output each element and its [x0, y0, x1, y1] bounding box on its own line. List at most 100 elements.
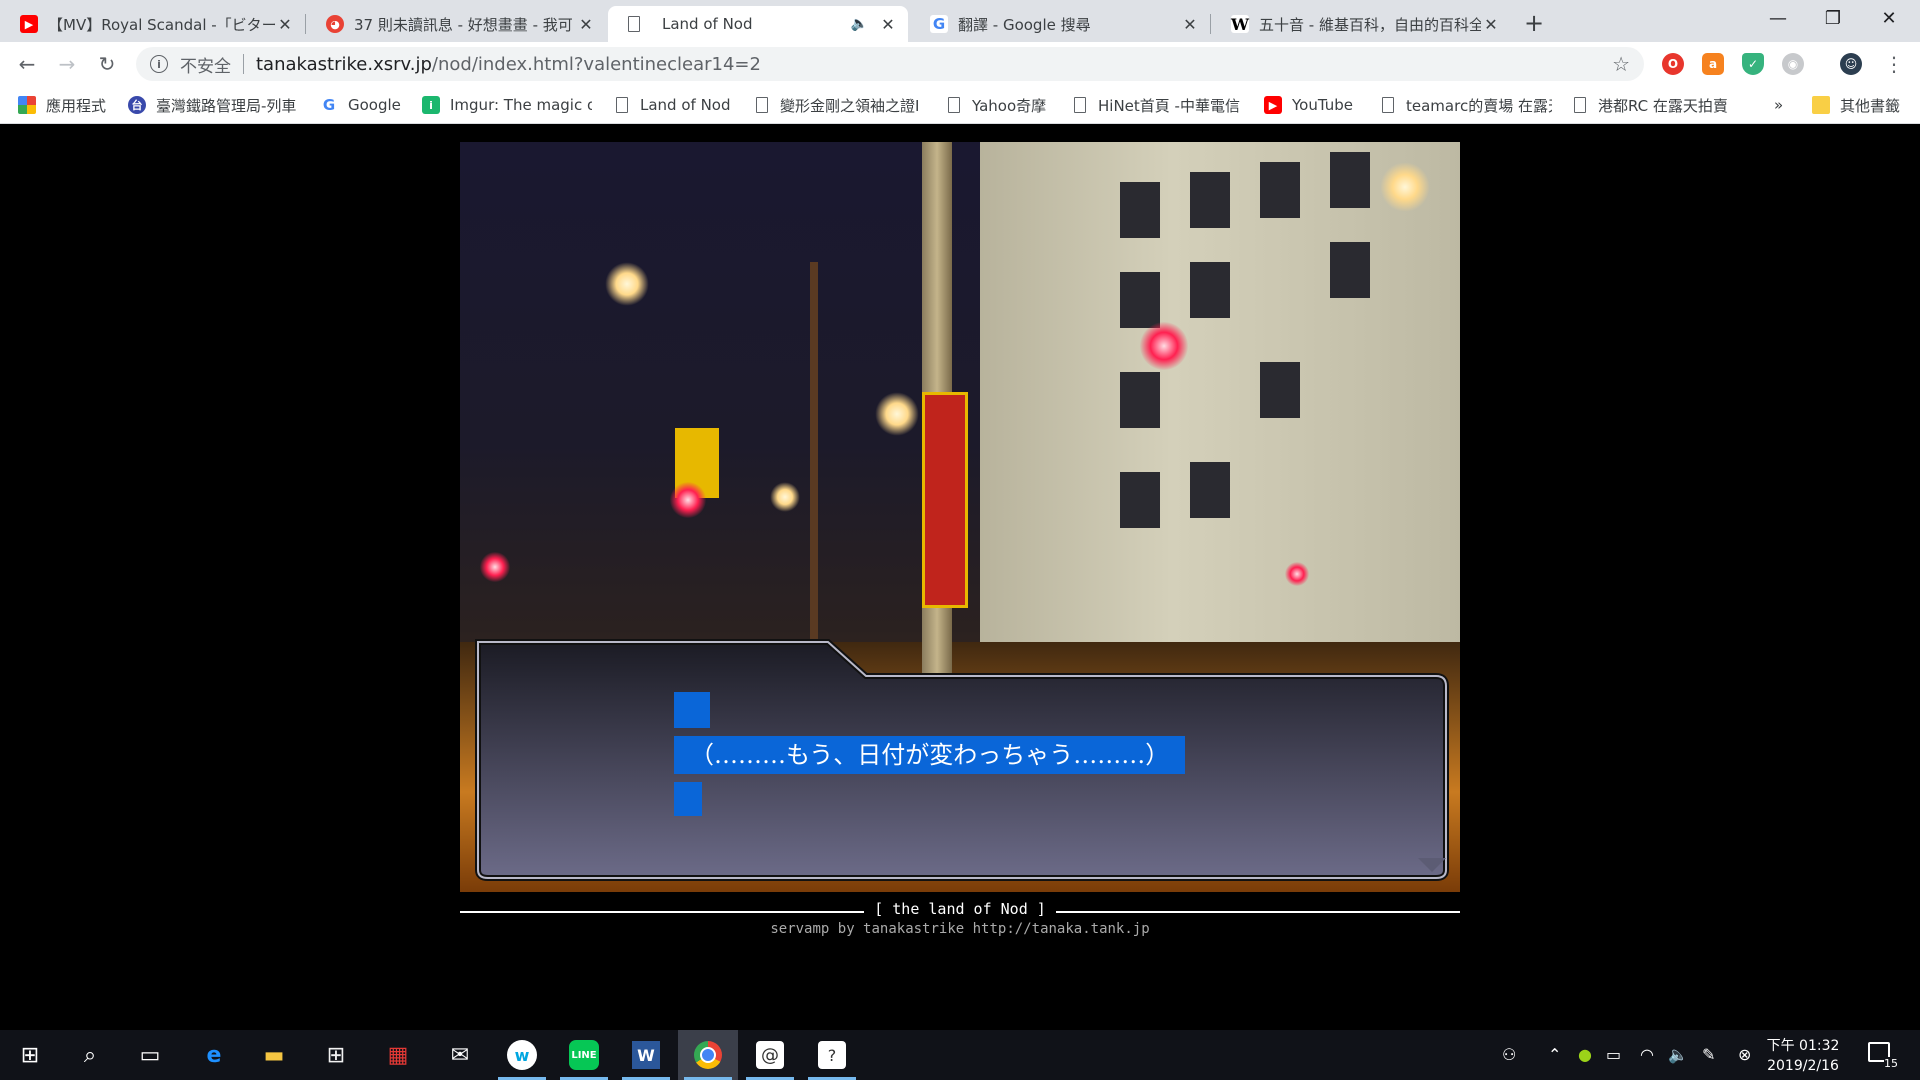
- battery-icon[interactable]: ▭: [1606, 1045, 1621, 1064]
- google-icon: G: [930, 15, 948, 33]
- new-tab-button[interactable]: +: [1520, 9, 1548, 37]
- store-icon[interactable]: ⊞: [306, 1030, 366, 1080]
- bookmark-rc[interactable]: 港都RC 在露天拍賣: [1574, 94, 1728, 116]
- menu-kebab-icon[interactable]: ⋮: [1880, 50, 1908, 78]
- game-screen[interactable]: （………もう、日付が変わっちゃう………）: [460, 142, 1460, 892]
- gift-icon[interactable]: ▦: [368, 1030, 428, 1080]
- browser-toolbar: ← → ↻ i 不安全 tanakastrike.xsrv.jp/nod/ind…: [0, 42, 1920, 86]
- speaker-icon[interactable]: 🔈: [851, 16, 868, 32]
- imgur-icon: i: [422, 96, 440, 114]
- minimize-button[interactable]: —: [1755, 4, 1801, 34]
- bookmark-label: Imgur: The magic of: [450, 96, 592, 114]
- footer-title: [ the land of Nod ]: [460, 900, 1460, 918]
- bookmark-apps[interactable]: 應用程式: [18, 94, 106, 116]
- word-icon[interactable]: W: [616, 1030, 676, 1080]
- discord-extension-icon[interactable]: ◉: [1782, 53, 1804, 75]
- tree-trunk: [810, 262, 818, 682]
- page-icon: [1074, 97, 1086, 113]
- notification-icon[interactable]: 15: [1868, 1042, 1898, 1070]
- mail-icon[interactable]: ✉: [430, 1030, 490, 1080]
- close-icon[interactable]: ✕: [275, 15, 295, 34]
- bookmark-transformers[interactable]: 變形金剛之領袖之證I: [756, 94, 926, 116]
- next-arrow-icon[interactable]: [1418, 858, 1446, 872]
- bookmarks-bar: 應用程式 台 臺灣鐵路管理局-列車 G Google i Imgur: The …: [0, 86, 1920, 124]
- page-icon: [628, 16, 640, 32]
- railway-icon: 台: [128, 96, 146, 114]
- shield-extension-icon[interactable]: ✓: [1742, 53, 1764, 75]
- edge-icon[interactable]: e: [184, 1030, 244, 1080]
- search-icon[interactable]: ⌕: [60, 1030, 120, 1080]
- bookmark-label: 臺灣鐵路管理局-列車: [156, 96, 297, 115]
- clock-date: 2019/2/16: [1767, 1058, 1839, 1074]
- tab-royal-scandal[interactable]: ▶ 【MV】Royal Scandal -「ビター ✕: [0, 6, 305, 42]
- youtube-icon: ▶: [20, 15, 38, 33]
- address-bar[interactable]: i 不安全 tanakastrike.xsrv.jp/nod/index.htm…: [136, 47, 1644, 81]
- page-content: （………もう、日付が変わっちゃう………） [ the land of Nod ]…: [0, 124, 1920, 1030]
- bookmark-google[interactable]: G Google: [320, 94, 401, 116]
- security-label: 不安全: [180, 56, 231, 77]
- other-bookmarks[interactable]: 其他書籤: [1812, 94, 1900, 116]
- windows-taskbar: ⊞ ⌕ ▭ e ▬ ⊞ ▦ ✉ w LINE W @ ? ⚇ ⌃ ● ▭ ◠ 🔈…: [0, 1030, 1920, 1080]
- notification-count: 15: [1884, 1057, 1898, 1070]
- tab-google-translate[interactable]: G 翻譯 - Google 搜尋 ✕: [910, 6, 1210, 42]
- line-icon[interactable]: LINE: [554, 1030, 614, 1080]
- bookmark-label: Google: [348, 96, 401, 114]
- chevron-up-icon[interactable]: ⌃: [1548, 1045, 1561, 1064]
- bookmark-label: 變形金剛之領袖之證I: [780, 96, 920, 115]
- webtoon-icon[interactable]: w: [492, 1030, 552, 1080]
- tab-land-of-nod[interactable]: Land of Nod 🔈 ✕: [608, 6, 908, 42]
- people-icon[interactable]: ⚇: [1502, 1045, 1516, 1064]
- close-icon[interactable]: ✕: [1180, 15, 1200, 34]
- volume-icon[interactable]: 🔈: [1668, 1045, 1688, 1064]
- back-button[interactable]: ←: [13, 50, 41, 78]
- forward-button[interactable]: →: [53, 50, 81, 78]
- reload-button[interactable]: ↻: [93, 50, 121, 78]
- apps-icon: [18, 96, 36, 114]
- bookmark-yahoo[interactable]: Yahoo奇摩: [948, 94, 1046, 116]
- bookmark-imgur[interactable]: i Imgur: The magic of: [422, 94, 592, 116]
- shopping-extension-icon[interactable]: a: [1702, 53, 1724, 75]
- task-view-icon[interactable]: ▭: [120, 1030, 180, 1080]
- footer-credit: servamp by tanakastrike http://tanaka.ta…: [770, 921, 1150, 937]
- info-icon[interactable]: i: [150, 55, 168, 73]
- bookmark-railway[interactable]: 台 臺灣鐵路管理局-列車: [128, 94, 298, 116]
- app-speech-icon[interactable]: ?: [802, 1030, 862, 1080]
- bookmark-label: YouTube: [1292, 96, 1353, 114]
- maximize-button[interactable]: ❐: [1810, 4, 1856, 34]
- bookmark-teamarc[interactable]: teamarc的賣場 在露天: [1382, 94, 1552, 116]
- dialog-box[interactable]: （………もう、日付が変わっちゃう………）: [470, 632, 1454, 884]
- google-icon: G: [320, 96, 338, 114]
- bookmark-label: 港都RC 在露天拍賣: [1598, 96, 1728, 115]
- bookmark-youtube[interactable]: ▶ YouTube: [1264, 94, 1353, 116]
- chat-icon: ◕: [326, 15, 344, 33]
- profile-avatar[interactable]: ☺: [1840, 53, 1862, 75]
- close-window-button[interactable]: ✕: [1866, 4, 1912, 34]
- bookmark-label: 應用程式: [46, 96, 107, 115]
- page-icon: [616, 97, 628, 113]
- tab-wikipedia[interactable]: W 五十音 - 維基百科，自由的百科全 ✕: [1211, 6, 1511, 42]
- bookmarks-overflow-button[interactable]: »: [1774, 94, 1783, 116]
- bookmark-star-icon[interactable]: ☆: [1612, 52, 1630, 76]
- tab-chat[interactable]: ◕ 37 則未讀訊息 - 好想畫畫 - 我可 ✕: [306, 6, 606, 42]
- clock[interactable]: 下午 01:32 2019/2/16: [1750, 1036, 1856, 1076]
- bookmark-land-of-nod[interactable]: Land of Nod: [616, 94, 731, 116]
- security-tray-icon[interactable]: ●: [1578, 1045, 1592, 1064]
- opera-extension-icon[interactable]: O: [1662, 53, 1684, 75]
- selection-highlight: [674, 782, 702, 816]
- bookmark-label: Yahoo奇摩: [972, 96, 1047, 115]
- close-icon[interactable]: ✕: [878, 15, 898, 34]
- tab-title: 【MV】Royal Scandal -「ビター: [48, 15, 275, 34]
- file-explorer-icon[interactable]: ▬: [244, 1030, 304, 1080]
- tab-title: Land of Nod: [662, 15, 753, 33]
- app-swirl-icon[interactable]: @: [740, 1030, 800, 1080]
- bookmark-label: 其他書籤: [1840, 96, 1901, 115]
- dialog-line: （………もう、日付が変わっちゃう………）: [674, 736, 1186, 774]
- close-icon[interactable]: ✕: [1481, 15, 1501, 34]
- pen-icon[interactable]: ✎: [1702, 1045, 1715, 1064]
- wifi-icon[interactable]: ◠: [1640, 1045, 1654, 1064]
- bookmark-hinet[interactable]: HiNet首頁 -中華電信: [1074, 94, 1244, 116]
- close-icon[interactable]: ✕: [576, 15, 596, 34]
- chrome-icon[interactable]: [678, 1030, 738, 1080]
- tab-strip: ▶ 【MV】Royal Scandal -「ビター ✕ ◕ 37 則未讀訊息 -…: [0, 0, 1920, 42]
- windows-start-icon[interactable]: ⊞: [0, 1030, 60, 1080]
